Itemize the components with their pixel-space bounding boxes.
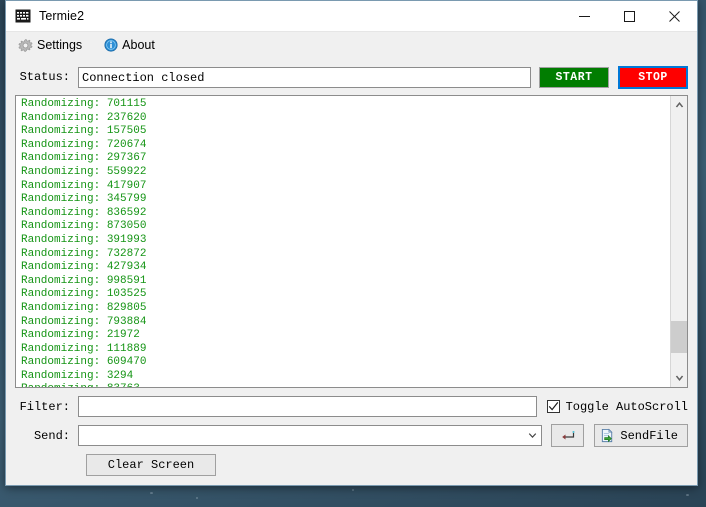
terminal-line: Randomizing: 297367 [21, 152, 147, 165]
autoscroll-label: Toggle AutoScroll [565, 399, 688, 414]
status-label: Status: [19, 70, 70, 84]
bottom-panel: Filter: Toggle AutoScroll Send: SendFile… [6, 388, 697, 476]
terminal-scrollbar[interactable] [670, 96, 687, 387]
terminal-icon [15, 8, 31, 24]
title-bar[interactable]: Termie2 [6, 1, 697, 32]
close-button[interactable] [652, 1, 697, 32]
terminal-line: Randomizing: 998591 [21, 274, 147, 287]
scrollbar-thumb[interactable] [670, 321, 687, 353]
terminal-line: Randomizing: 427934 [21, 261, 147, 274]
terminal-line: Randomizing: 720674 [21, 138, 147, 151]
stop-button[interactable]: STOP [618, 65, 688, 89]
menu-item-settings[interactable]: Settings [16, 34, 90, 56]
sendfile-label: SendFile [620, 428, 678, 443]
terminal-line: Randomizing: 391993 [21, 233, 147, 246]
desktop-speck [686, 494, 689, 496]
terminal-line: Randomizing: 237620 [21, 111, 147, 124]
terminal-line: Randomizing: 732872 [21, 247, 147, 260]
minimize-button[interactable] [562, 1, 607, 32]
filter-input[interactable] [78, 396, 537, 417]
clear-screen-button[interactable]: Clear Screen [86, 454, 216, 476]
maximize-button[interactable] [607, 1, 652, 32]
terminal-line: Randomizing: 157505 [21, 125, 147, 138]
app-window: Termie2 Settings About Status: Connectio… [5, 0, 698, 486]
send-label: Send: [33, 428, 70, 443]
terminal-line: Randomizing: 829805 [21, 301, 147, 314]
terminal-line: Randomizing: 21972 [21, 329, 140, 342]
terminal-line: Randomizing: 83763 [21, 383, 670, 387]
menu-item-about-label: About [122, 38, 155, 52]
scrollbar-track[interactable] [670, 113, 687, 370]
gear-icon [18, 38, 33, 53]
send-combobox[interactable] [78, 425, 543, 446]
filter-label: Filter: [19, 399, 70, 414]
window-title: Termie2 [39, 9, 85, 23]
autoscroll-checkbox[interactable] [546, 400, 560, 413]
status-field[interactable]: Connection closed [78, 66, 531, 88]
filter-row: Filter: Toggle AutoScroll [6, 396, 688, 417]
clear-row: Clear Screen [6, 454, 688, 476]
sendfile-button[interactable]: SendFile [594, 424, 688, 447]
chevron-down-icon[interactable] [523, 426, 541, 445]
terminal-line: Randomizing: 345799 [21, 193, 147, 206]
desktop-speck [196, 497, 198, 499]
terminal-panel: Randomizing: 701115 Randomizing: 237620 Ra… [15, 95, 688, 388]
scroll-down-icon[interactable] [671, 370, 688, 387]
terminal-line: Randomizing: 873050 [21, 220, 147, 233]
terminal-output[interactable]: Randomizing: 701115 Randomizing: 237620 Ra… [16, 96, 670, 387]
desktop-speck [150, 492, 153, 494]
start-button[interactable]: START [539, 66, 609, 88]
terminal-line: Randomizing: 111889 [21, 342, 147, 355]
terminal-line: Randomizing: 793884 [21, 315, 147, 328]
autoscroll-toggle[interactable]: Toggle AutoScroll [546, 399, 688, 414]
terminal-line: Randomizing: 3294 [21, 369, 134, 382]
menu-item-about[interactable]: About [102, 34, 163, 56]
terminal-line: Randomizing: 103525 [21, 288, 147, 301]
terminal-line: Randomizing: 609470 [21, 356, 147, 369]
send-row: Send: SendFile [6, 424, 688, 447]
terminal-line: Randomizing: 836592 [21, 206, 147, 219]
menu-bar: Settings About [6, 32, 697, 58]
status-row: Status: Connection closed START STOP [6, 62, 697, 92]
scroll-up-icon[interactable] [671, 96, 688, 113]
desktop-speck [352, 489, 354, 491]
send-button[interactable] [551, 424, 585, 447]
terminal-line: Randomizing: 701115 [21, 98, 147, 110]
terminal-line: Randomizing: 559922 [21, 165, 147, 178]
info-icon [104, 38, 118, 52]
send-file-icon [600, 428, 615, 443]
terminal-line: Randomizing: 417907 [21, 179, 147, 192]
window-controls [562, 1, 697, 32]
menu-item-settings-label: Settings [37, 38, 83, 52]
